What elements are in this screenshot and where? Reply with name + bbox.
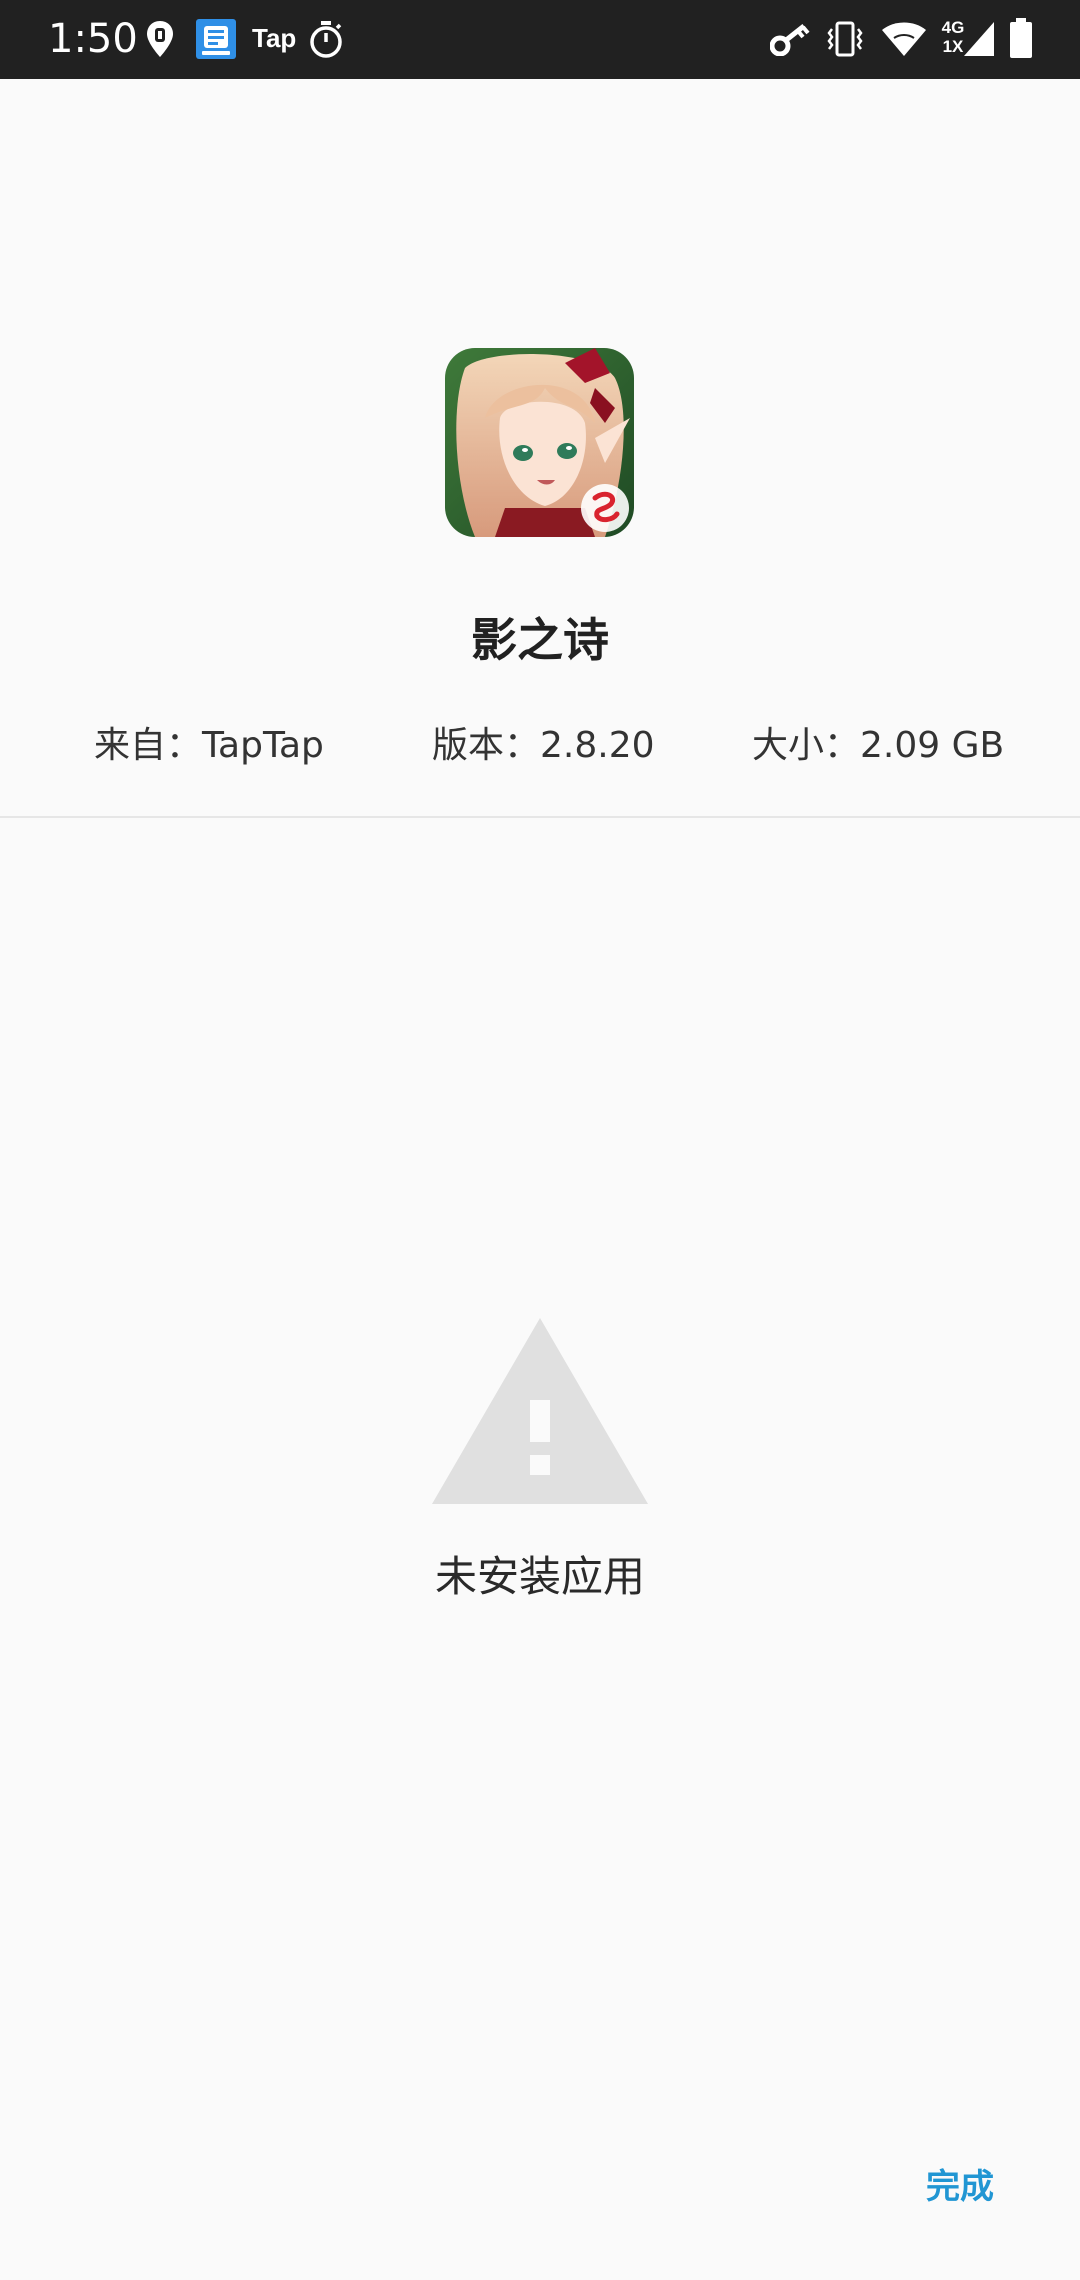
network-type-label: 4G 1X xyxy=(941,18,965,56)
warning-icon xyxy=(432,1318,648,1504)
timer-icon xyxy=(310,21,342,58)
vpn-key-icon xyxy=(770,24,810,56)
app-notification-icon xyxy=(196,19,236,59)
location-pin-icon xyxy=(147,21,173,57)
app-version: 版本：2.8.20 xyxy=(432,725,655,766)
app-size: 大小：2.09 GB xyxy=(752,725,1005,766)
cellular-signal-icon xyxy=(964,22,994,56)
wifi-icon xyxy=(882,22,926,56)
battery-icon xyxy=(1010,18,1032,58)
tap-notification-label: Tap xyxy=(252,23,297,53)
status-time: 1:50 xyxy=(48,16,138,62)
app-meta-row: 来自：TapTap 版本：2.8.20 大小：2.09 GB xyxy=(0,718,1080,774)
app-name: 影之诗 xyxy=(471,613,609,667)
header-divider xyxy=(0,816,1080,818)
app-source: 来自：TapTap xyxy=(94,725,324,766)
status-bar: 1:50 Tap 4G 1X xyxy=(0,0,1080,79)
install-result-message: 未安装应用 xyxy=(434,1552,645,1601)
done-button[interactable]: 完成 xyxy=(900,2155,1020,2219)
app-icon xyxy=(445,348,634,537)
installer-screen: 1:50 Tap 4G 1X 影之诗 来自：TapTap 版本：2.8.20 大… xyxy=(0,0,1080,2280)
vibrate-icon xyxy=(827,21,863,57)
